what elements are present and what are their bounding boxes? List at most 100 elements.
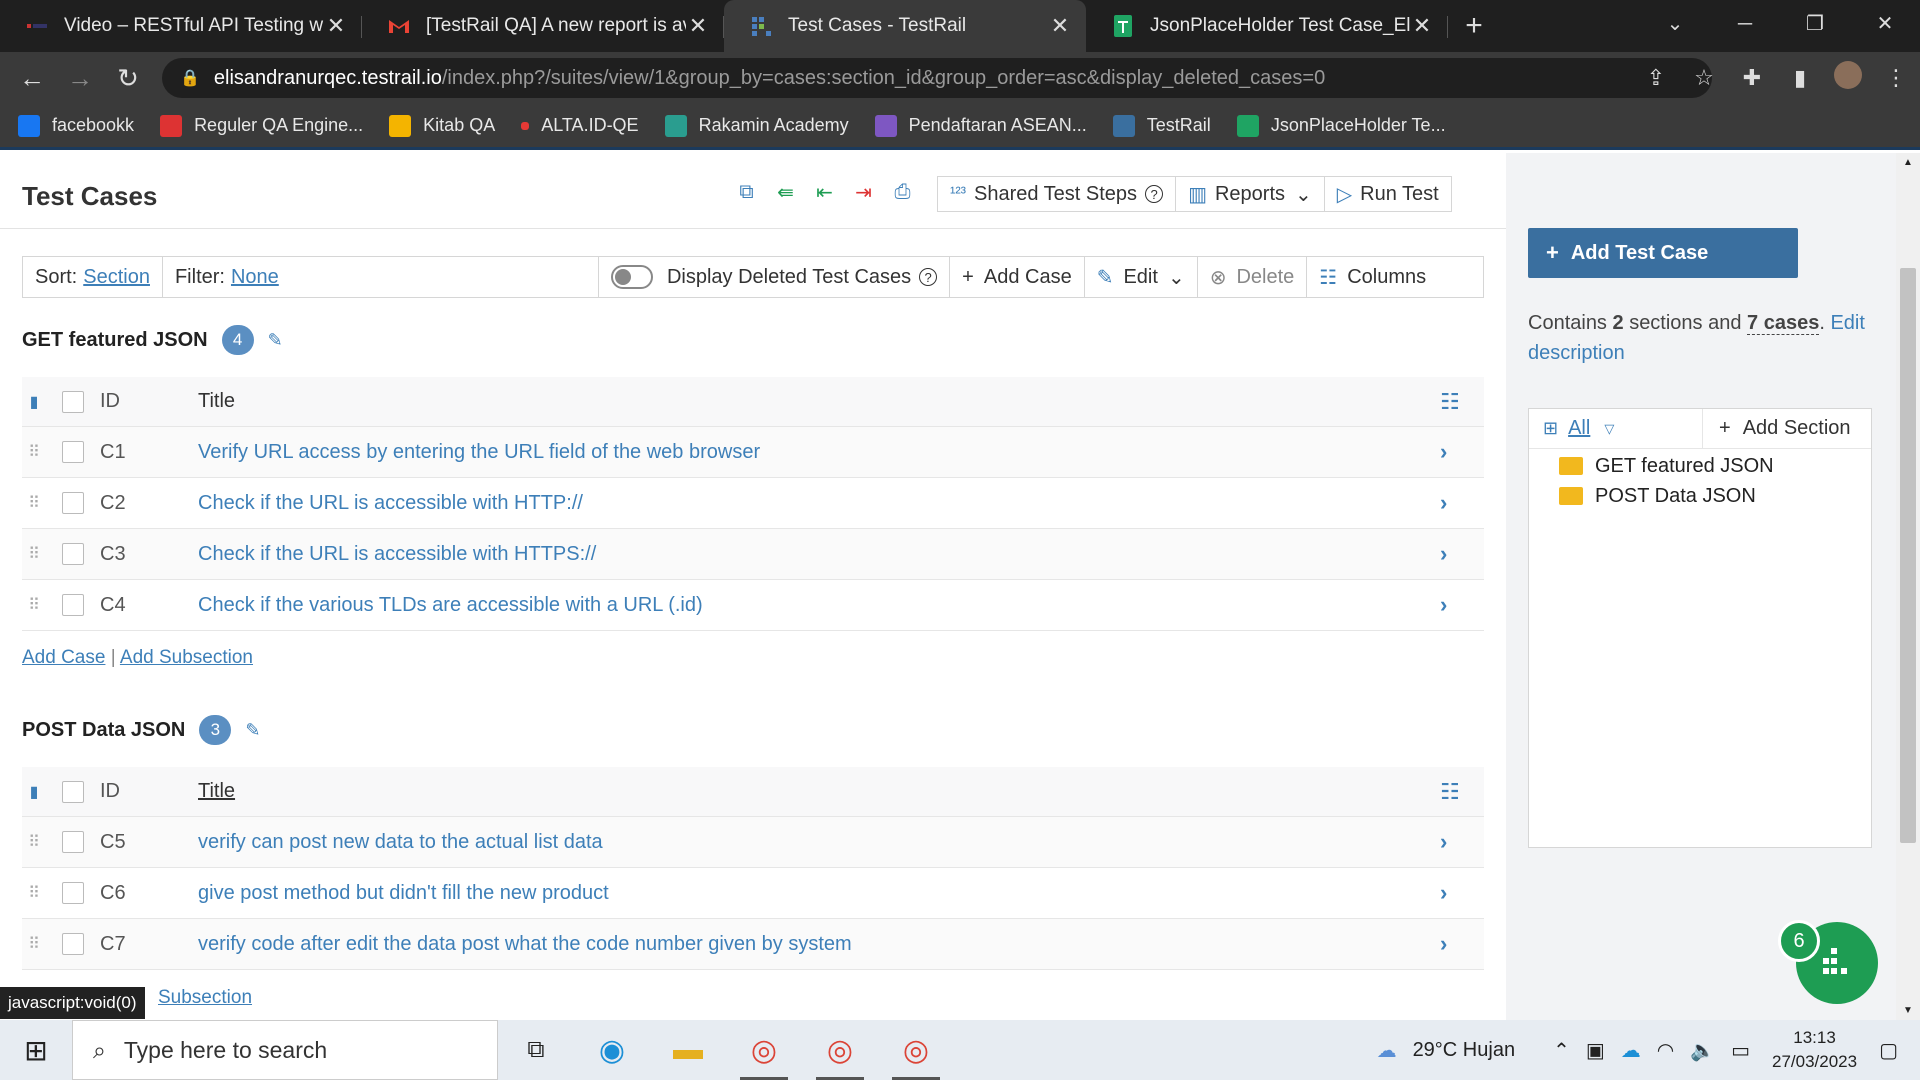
select-all-checkbox[interactable] — [62, 780, 84, 803]
id-header[interactable]: ID — [100, 390, 198, 413]
sort-control[interactable]: Sort: Section — [23, 257, 163, 297]
table-row[interactable]: ⠿ C2 Check if the URL is accessible with… — [22, 478, 1484, 529]
drag-handle-icon[interactable]: ⠿ — [22, 832, 46, 852]
tree-node[interactable]: GET featured JSON — [1529, 451, 1871, 481]
clock[interactable]: 13:13 27/03/2023 — [1772, 1026, 1857, 1074]
id-header[interactable]: ID — [100, 780, 198, 803]
avatar[interactable] — [1824, 61, 1872, 95]
bookmark-item[interactable]: JsonPlaceHolder Te... — [1236, 114, 1446, 137]
notification-icon[interactable]: ▢ — [1879, 1038, 1898, 1063]
cases-count[interactable]: 7 cases — [1747, 312, 1820, 335]
chevron-right-icon[interactable]: › — [1440, 829, 1484, 855]
sort-value-link[interactable]: Section — [83, 266, 150, 289]
case-title-link[interactable]: Verify URL access by entering the URL fi… — [198, 441, 1440, 464]
select-all-checkbox[interactable] — [62, 390, 84, 413]
display-deleted-toggle[interactable]: Display Deleted Test Cases? — [599, 257, 951, 297]
task-view-icon[interactable]: ⧉ — [498, 1020, 574, 1080]
close-window-icon[interactable]: ✕ — [1850, 0, 1920, 52]
table-row[interactable]: ⠿ C4 Check if the various TLDs are acces… — [22, 580, 1484, 631]
chevron-right-icon[interactable]: › — [1440, 931, 1484, 957]
taskbar-search-input[interactable]: ⌕ Type here to search — [72, 1020, 498, 1080]
menu-icon[interactable]: ⋮ — [1872, 65, 1920, 91]
minimize-icon[interactable]: ─ — [1710, 0, 1780, 52]
print-icon[interactable]: ⎙ — [889, 179, 916, 206]
scrollbar-thumb[interactable] — [1900, 268, 1916, 843]
bookmark-item[interactable]: Rakamin Academy — [664, 114, 849, 137]
drag-handle-icon[interactable]: ⠿ — [22, 442, 46, 462]
drag-handle-icon[interactable]: ⠿ — [22, 934, 46, 954]
table-row[interactable]: ⠿ C5 verify can post new data to the act… — [22, 817, 1484, 868]
star-icon[interactable]: ☆ — [1680, 65, 1728, 91]
bookmark-item[interactable]: TestRail — [1112, 114, 1211, 137]
chrome-icon[interactable]: ◎ — [726, 1020, 802, 1080]
chevron-right-icon[interactable]: › — [1440, 880, 1484, 906]
add-case-link[interactable]: Add Case — [22, 647, 105, 668]
help-icon[interactable]: ? — [1145, 185, 1164, 203]
bookmark-item[interactable]: Pendaftaran ASEAN... — [874, 114, 1087, 137]
scroll-down-icon[interactable]: ▼ — [1903, 1005, 1913, 1016]
sidepanel-icon[interactable]: ▮ — [1776, 65, 1824, 91]
chevron-right-icon[interactable]: › — [1440, 439, 1484, 465]
filter-control[interactable]: Filter: None — [163, 257, 599, 297]
file-explorer-icon[interactable]: ▬ — [650, 1020, 726, 1080]
pencil-icon[interactable]: ✎ — [268, 330, 283, 351]
browser-tab[interactable]: Video – RESTful API Testing with P ✕ — [0, 0, 362, 52]
chrome-icon[interactable]: ◎ — [878, 1020, 954, 1080]
case-title-link[interactable]: give post method but didn't fill the new… — [198, 882, 1440, 905]
row-checkbox[interactable] — [62, 933, 84, 955]
close-icon[interactable]: ✕ — [686, 13, 710, 39]
tree-filter-dropdown[interactable]: ⊞ All ▽ — [1529, 409, 1703, 448]
edge-icon[interactable]: ◉ — [574, 1020, 650, 1080]
bookmark-item[interactable]: Reguler QA Engine... — [160, 114, 363, 137]
add-case-button[interactable]: + Add Case — [950, 257, 1085, 297]
table-row[interactable]: ⠿ C1 Verify URL access by entering the U… — [22, 427, 1484, 478]
filter-value-link[interactable]: None — [231, 266, 279, 289]
chevron-up-icon[interactable]: ⌃ — [1553, 1038, 1570, 1063]
windows-start-icon[interactable]: ⊞ — [0, 1034, 72, 1067]
address-bar[interactable]: 🔒 elisandranurqec.testrail.io/index.php?… — [162, 58, 1712, 98]
title-header[interactable]: Title — [198, 780, 1440, 803]
add-subsection-link[interactable]: Subsection — [158, 987, 252, 1008]
row-checkbox[interactable] — [62, 882, 84, 904]
edit-button[interactable]: ✎ Edit ⌄ — [1085, 257, 1198, 297]
row-checkbox[interactable] — [62, 441, 84, 463]
chevron-right-icon[interactable]: › — [1440, 592, 1484, 618]
case-title-link[interactable]: verify code after edit the data post wha… — [198, 933, 1440, 956]
scrollbar[interactable]: ▲ ▼ — [1896, 153, 1920, 1020]
delete-button[interactable]: ⊗ Delete — [1198, 257, 1308, 297]
help-icon[interactable]: ? — [919, 268, 938, 286]
tab-search-icon[interactable]: ⌄ — [1640, 0, 1710, 52]
case-title-link[interactable]: Check if the URL is accessible with HTTP… — [198, 543, 1440, 566]
chevron-right-icon[interactable]: › — [1440, 541, 1484, 567]
column-list-icon[interactable]: ☷ — [1440, 389, 1484, 415]
import-icon[interactable]: ⇚ — [772, 179, 799, 206]
reload-icon[interactable]: ↻ — [104, 63, 152, 94]
table-row[interactable]: ⠿ C3 Check if the URL is accessible with… — [22, 529, 1484, 580]
weather-text[interactable]: 29°C Hujan — [1413, 1039, 1516, 1062]
pencil-icon[interactable]: ✎ — [245, 720, 260, 741]
column-list-icon[interactable]: ☷ — [1440, 779, 1484, 805]
export-icon[interactable]: ⇥ — [850, 179, 877, 206]
restore-icon[interactable]: ❐ — [1780, 0, 1850, 52]
reports-button[interactable]: ▥ Reports ⌄ — [1176, 177, 1325, 211]
back-icon[interactable]: ← — [8, 63, 56, 94]
bookmark-item[interactable]: ALTA.ID-QE — [521, 115, 639, 136]
battery-icon[interactable]: ▭ — [1731, 1038, 1750, 1063]
wifi-icon[interactable]: ◠ — [1657, 1038, 1674, 1063]
run-test-button[interactable]: ▷ Run Test — [1325, 177, 1451, 211]
weather-icon[interactable]: ☁ — [1377, 1038, 1397, 1063]
table-row[interactable]: ⠿ C6 give post method but didn't fill th… — [22, 868, 1484, 919]
case-title-link[interactable]: Check if the various TLDs are accessible… — [198, 594, 1440, 617]
export-import-icon[interactable]: ⇤ — [811, 179, 838, 206]
row-checkbox[interactable] — [62, 543, 84, 565]
shared-test-steps-button[interactable]: ¹²³ Shared Test Steps? — [938, 177, 1177, 211]
scroll-up-icon[interactable]: ▲ — [1903, 157, 1913, 168]
add-test-case-button[interactable]: + Add Test Case — [1528, 228, 1798, 278]
extensions-icon[interactable]: ✚ — [1728, 65, 1776, 91]
volume-icon[interactable]: 🔈 — [1690, 1038, 1715, 1063]
share-icon[interactable]: ⇪ — [1632, 65, 1680, 91]
table-row[interactable]: ⠿ C7 verify code after edit the data pos… — [22, 919, 1484, 970]
row-checkbox[interactable] — [62, 492, 84, 514]
add-subsection-link[interactable]: Add Subsection — [120, 647, 253, 668]
close-icon[interactable]: ✕ — [324, 13, 348, 39]
